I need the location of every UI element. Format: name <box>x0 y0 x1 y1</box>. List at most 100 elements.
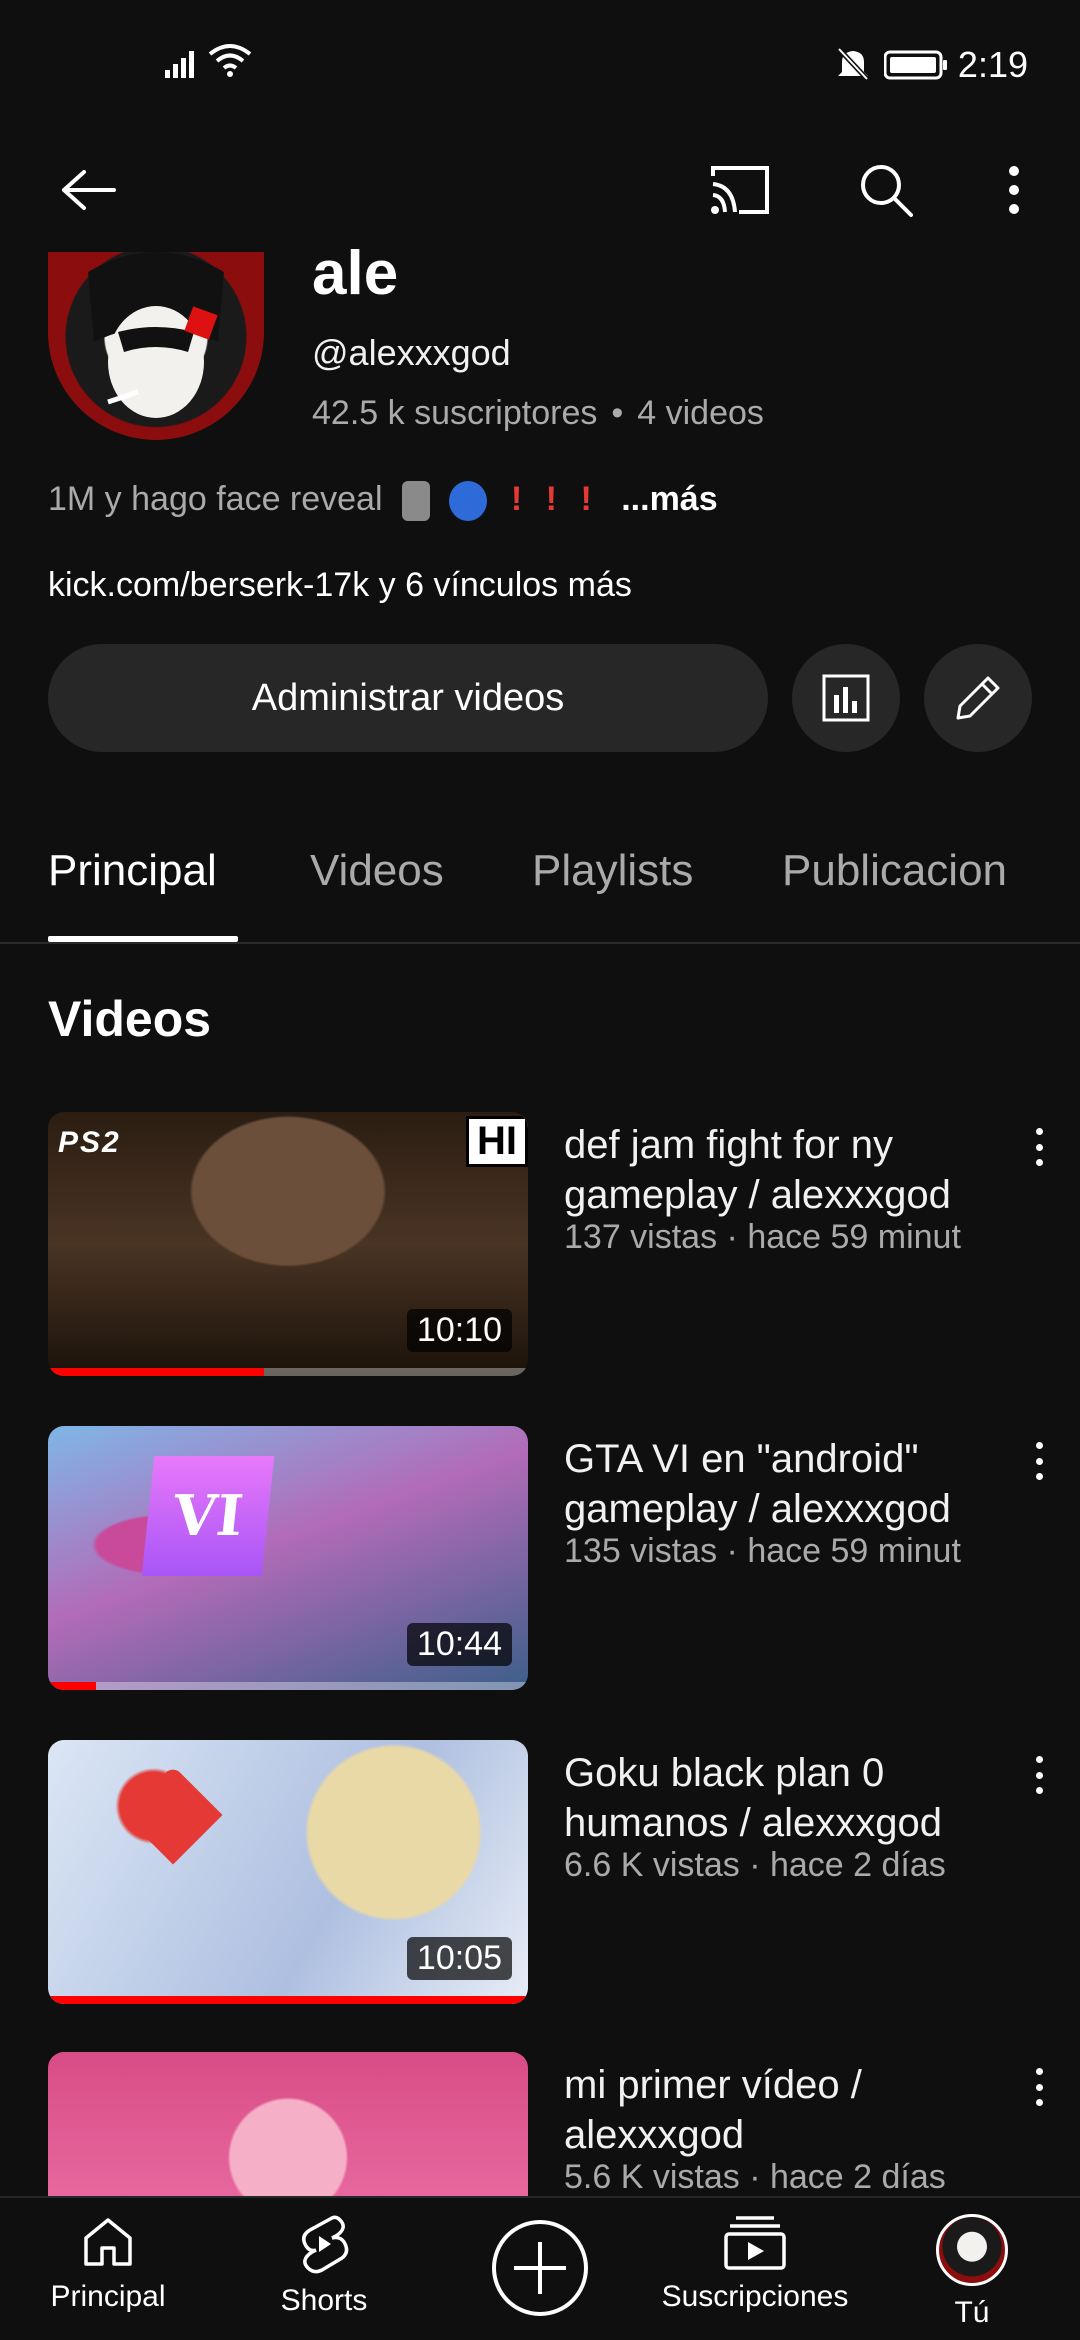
more-vertical-icon <box>1035 1128 1043 1135</box>
video-views: 137 vistas <box>564 1218 718 1256</box>
arrow-left-icon <box>62 170 116 210</box>
video-title[interactable]: GTA VI en "android" gameplay / alexxxgod <box>564 1434 1004 1534</box>
more-vertical-icon <box>1035 1442 1043 1449</box>
cast-button[interactable] <box>700 150 780 230</box>
add-circle-icon <box>492 2220 588 2316</box>
channel-handle: @alexxxgod <box>312 332 511 373</box>
channel-links[interactable]: kick.com/berserk-17k y 6 vínculos más <box>48 566 632 605</box>
video-thumbnail[interactable]: 10:05 <box>48 1740 528 2004</box>
video-more-button[interactable] <box>1024 1122 1054 1172</box>
meta-separator: • <box>611 394 624 432</box>
analytics-button[interactable] <box>792 644 900 752</box>
exclamation-emoji-icon: ! <box>545 480 557 518</box>
exclamation-emoji-icon: ! <box>510 480 523 518</box>
exclamation-emoji-icon: ! <box>580 480 592 518</box>
nav-shorts[interactable]: Shorts <box>264 2214 384 2318</box>
video-views: 135 vistas <box>564 1532 718 1570</box>
channel-description[interactable]: 1M y hago face reveal ! ! ! ...más <box>48 480 718 522</box>
back-button[interactable] <box>48 150 128 230</box>
more-vertical-icon <box>1035 1756 1043 1763</box>
video-item[interactable]: VI 10:44 GTA VI en "android" gameplay / … <box>0 1426 1080 1696</box>
nav-you[interactable]: Tú <box>922 2214 1022 2330</box>
video-more-button[interactable] <box>1024 1436 1054 1486</box>
tab-videos[interactable]: Videos <box>310 846 444 896</box>
section-title: Videos <box>48 991 212 1047</box>
nav-you-label: Tú <box>954 2296 990 2329</box>
home-icon <box>84 2218 132 2266</box>
more-vertical-icon <box>1035 1159 1043 1166</box>
description-more-link[interactable]: ...más <box>621 480 717 518</box>
meta-separator: · <box>749 2158 761 2196</box>
more-vertical-icon <box>1035 2099 1043 2106</box>
watch-progress <box>48 1368 264 1376</box>
status-time: 2:19 <box>957 44 1028 85</box>
edit-button[interactable] <box>924 644 1032 752</box>
video-meta: 137 vistas · hace 59 minut <box>564 1218 1024 1257</box>
video-meta: 135 vistas · hace 59 minut <box>564 1532 1024 1571</box>
meta-separator: · <box>726 1532 738 1570</box>
cast-icon <box>711 166 769 214</box>
ps2-logo: PS2 <box>58 1126 121 1159</box>
avatar-illustration <box>88 252 224 418</box>
progress-track <box>48 1682 528 1690</box>
shorts-icon <box>302 2215 349 2274</box>
more-links-text[interactable]: y 6 vínculos más <box>369 566 632 604</box>
video-thumbnail[interactable]: VI 10:44 <box>48 1426 528 1690</box>
video-thumbnail[interactable]: PS2 HI 10:10 <box>48 1112 528 1376</box>
status-bar: 2:19 <box>0 0 1080 130</box>
video-meta: 5.6 K vistas · hace 2 días <box>564 2158 1024 2197</box>
analytics-icon <box>822 674 870 722</box>
more-vertical-icon <box>1035 2068 1043 2075</box>
video-title[interactable]: mi primer vídeo / alexxxgod <box>564 2060 1004 2160</box>
manage-videos-button[interactable]: Administrar videos <box>48 644 768 752</box>
search-icon <box>861 165 913 217</box>
video-item[interactable]: 10:05 Goku black plan 0 humanos / alexxx… <box>0 1740 1080 2010</box>
more-vertical-icon <box>1035 2083 1043 2091</box>
pencil-icon <box>956 676 1000 720</box>
channel-tabs: Principal Videos Playlists Publicacion <box>0 820 1080 944</box>
speaking-head-emoji-icon <box>449 481 488 522</box>
nav-home-label: Principal <box>50 2280 166 2313</box>
top-bar <box>0 130 1080 250</box>
more-vertical-icon <box>1009 166 1019 214</box>
video-title[interactable]: def jam fight for ny gameplay / alexxxgo… <box>564 1120 1004 1220</box>
more-vertical-icon <box>1035 1787 1043 1794</box>
heart-graphic <box>123 1765 223 1865</box>
hd-badge: HI <box>466 1116 528 1167</box>
watch-progress <box>48 1996 528 2004</box>
video-duration: 10:05 <box>406 1937 512 1980</box>
video-age: hace 2 días <box>769 1846 946 1884</box>
nav-avatar <box>936 2214 1008 2286</box>
wifi-icon <box>208 44 252 77</box>
tab-publicaciones[interactable]: Publicacion <box>782 846 1007 896</box>
gta-logo: VI <box>141 1456 275 1576</box>
tab-principal[interactable]: Principal <box>48 846 217 896</box>
more-vertical-icon <box>1035 1473 1043 1480</box>
more-vertical-icon <box>1035 1457 1043 1465</box>
video-more-button[interactable] <box>1024 1750 1054 1800</box>
channel-meta: 42.5 k suscriptores • 4 videos <box>312 394 764 433</box>
primary-link[interactable]: kick.com/berserk-17k <box>48 566 369 604</box>
nav-home[interactable]: Principal <box>48 2214 168 2314</box>
watch-progress <box>48 1682 96 1690</box>
search-button[interactable] <box>846 150 926 230</box>
moai-emoji-icon <box>401 481 430 522</box>
more-vertical-icon <box>1035 1771 1043 1779</box>
video-item[interactable]: PS2 HI 10:10 def jam fight for ny gamepl… <box>0 1112 1080 1382</box>
battery-icon <box>884 50 947 80</box>
more-options-button[interactable] <box>974 150 1054 230</box>
video-age: hace 59 minut <box>747 1532 961 1570</box>
nav-shorts-label: Shorts <box>280 2284 368 2317</box>
video-meta: 6.6 K vistas · hace 2 días <box>564 1846 1024 1885</box>
more-vertical-icon <box>1035 1143 1043 1151</box>
meta-separator: · <box>726 1218 738 1256</box>
description-text: 1M y hago face reveal <box>48 480 383 518</box>
channel-avatar[interactable] <box>48 252 264 440</box>
create-button[interactable] <box>490 2218 590 2318</box>
nav-subscriptions[interactable]: Suscripciones <box>660 2214 850 2314</box>
video-count: 4 videos <box>637 394 764 432</box>
video-more-button[interactable] <box>1024 2062 1054 2112</box>
tab-playlists[interactable]: Playlists <box>532 846 693 896</box>
video-title[interactable]: Goku black plan 0 humanos / alexxxgod <box>564 1748 1004 1848</box>
video-age: hace 59 minut <box>747 1218 961 1256</box>
